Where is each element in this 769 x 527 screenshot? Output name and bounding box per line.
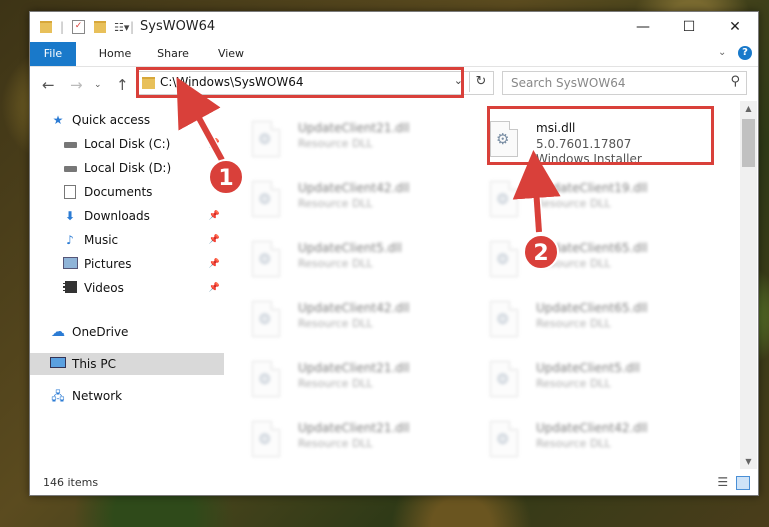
- step-badge-1: 1: [208, 159, 244, 195]
- annotation-arrows: [176, 76, 561, 233]
- arrow-1: [176, 76, 225, 162]
- step-badge-2: 2: [523, 234, 559, 270]
- arrow-2: [512, 150, 561, 233]
